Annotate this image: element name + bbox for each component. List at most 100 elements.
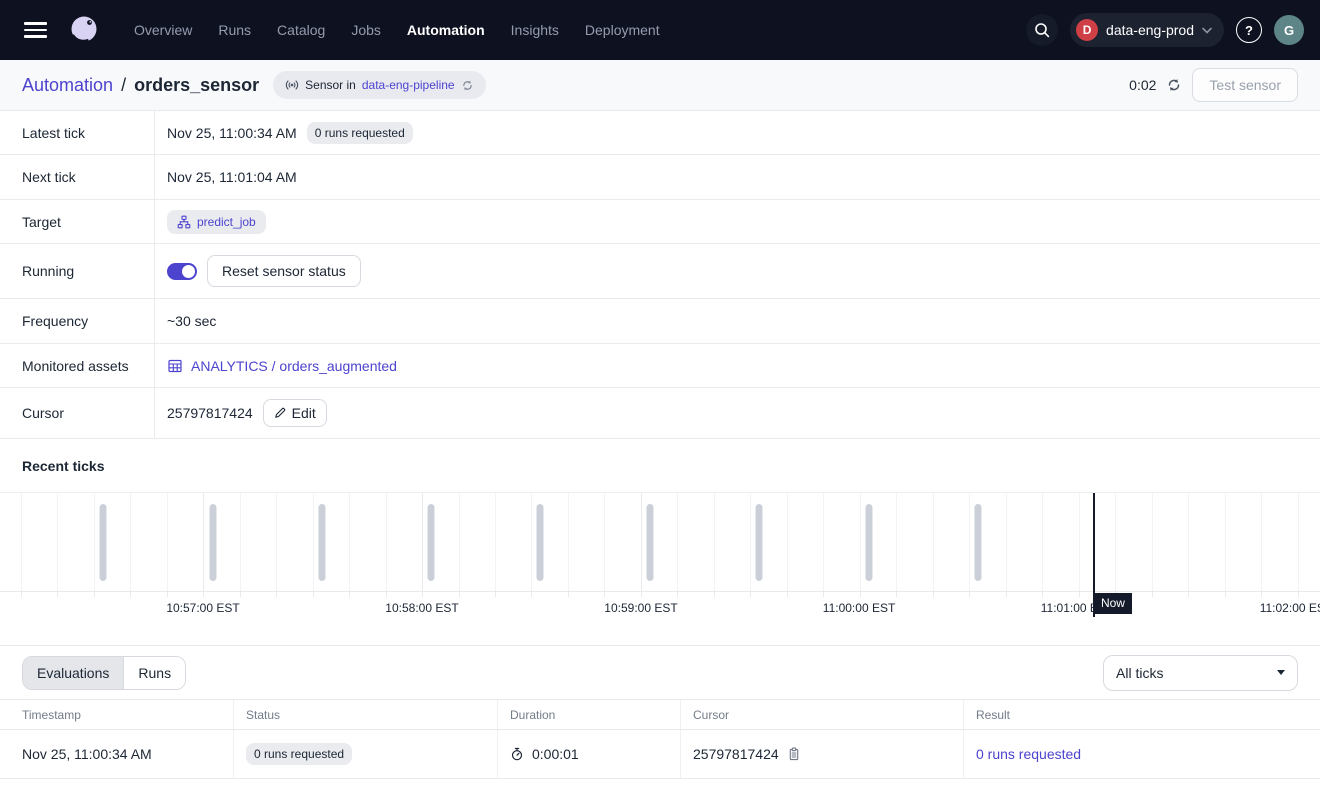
edit-cursor-button[interactable]: Edit — [263, 399, 327, 427]
reset-sensor-status-button[interactable]: Reset sensor status — [207, 255, 361, 287]
help-icon[interactable]: ? — [1236, 17, 1262, 43]
axis-time-label: 11:02:00 EST — [1260, 601, 1320, 615]
cursor-row: Cursor 25797817424 Edit — [0, 388, 1320, 439]
cursor-value: 25797817424 — [167, 405, 253, 421]
axis-tick-stub — [1006, 592, 1007, 597]
timeline-gridline — [750, 493, 751, 591]
tab-runs[interactable]: Runs — [123, 657, 185, 689]
axis-time-label: 10:59:00 EST — [604, 601, 677, 615]
timeline-gridline — [1115, 493, 1116, 591]
nav-item-automation[interactable]: Automation — [403, 16, 489, 44]
tick-bar[interactable] — [646, 504, 653, 581]
deployment-switcher[interactable]: D data-eng-prod — [1070, 13, 1224, 47]
axis-time-label: 10:57:00 EST — [166, 601, 239, 615]
asset-table-icon — [167, 358, 183, 374]
tick-bar[interactable] — [99, 504, 106, 581]
latest-tick-row: Latest tick Nov 25, 11:00:34 AM 0 runs r… — [0, 111, 1320, 155]
menu-icon[interactable] — [16, 10, 56, 50]
refresh-countdown: 0:02 — [1129, 77, 1156, 93]
axis-tick-stub — [349, 592, 350, 597]
breadcrumb-automation-link[interactable]: Automation — [22, 75, 113, 96]
running-toggle[interactable] — [167, 263, 197, 280]
sensor-type-badge: Sensor in data-eng-pipeline — [273, 71, 485, 99]
axis-tick-stub — [531, 592, 532, 597]
timeline-gridline — [94, 493, 95, 591]
timeline-gridline — [1298, 493, 1299, 591]
monitored-asset-name: ANALYTICS / orders_augmented — [191, 358, 397, 374]
now-marker-badge: Now — [1094, 593, 1132, 614]
eval-cursor-value: 25797817424 — [693, 746, 779, 762]
user-avatar[interactable]: G — [1274, 15, 1304, 45]
running-label: Running — [0, 244, 155, 298]
nav-item-runs[interactable]: Runs — [214, 16, 255, 44]
search-icon[interactable] — [1026, 14, 1058, 46]
monitored-asset-link[interactable]: ANALYTICS / orders_augmented — [167, 358, 397, 374]
timeline-gridline — [1006, 493, 1007, 591]
timeline-gridline — [641, 493, 642, 591]
timeline-gridline — [1188, 493, 1189, 591]
timeline-gridline — [714, 493, 715, 591]
timeline-gridline — [130, 493, 131, 591]
tick-timeline-lane — [0, 493, 1320, 591]
timeline-gridline — [1225, 493, 1226, 591]
axis-tick-stub — [969, 592, 970, 597]
axis-time-label: 11:00:00 EST — [823, 601, 896, 615]
pencil-icon — [274, 407, 286, 419]
timeline-gridline — [276, 493, 277, 591]
timeline-gridline — [1042, 493, 1043, 591]
frequency-row: Frequency ~30 sec — [0, 299, 1320, 344]
code-location-link[interactable]: data-eng-pipeline — [362, 78, 455, 92]
page-header: Automation / orders_sensor Sensor in dat… — [0, 60, 1320, 111]
tab-evaluations[interactable]: Evaluations — [23, 657, 123, 689]
axis-tick-stub — [823, 592, 824, 597]
tick-bar[interactable] — [427, 504, 434, 581]
automation-sensor-page: Overview Runs Catalog Jobs Automation Insight… — [0, 0, 1320, 786]
tick-filter-select[interactable]: All ticks — [1103, 655, 1298, 691]
table-body: Nov 25, 11:00:34 AM0 runs requested0:00:… — [0, 730, 1320, 779]
copy-clipboard-icon — [787, 747, 801, 761]
deployment-name: data-eng-prod — [1106, 22, 1194, 38]
axis-tick-stub — [459, 592, 460, 597]
axis-tick-stub — [21, 592, 22, 597]
axis-tick-stub — [1042, 592, 1043, 597]
frequency-value: ~30 sec — [167, 313, 216, 329]
timeline-gridline — [57, 493, 58, 591]
copy-cursor-button[interactable] — [787, 747, 801, 761]
axis-tick-stub — [750, 592, 751, 597]
page-title: orders_sensor — [134, 75, 259, 96]
nav-item-overview[interactable]: Overview — [130, 16, 196, 44]
tick-bar[interactable] — [318, 504, 325, 581]
tick-timeline[interactable]: 10:57:00 EST10:58:00 EST10:59:00 EST11:0… — [0, 492, 1320, 627]
nav-item-jobs[interactable]: Jobs — [347, 16, 385, 44]
eval-result-link[interactable]: 0 runs requested — [976, 746, 1081, 762]
col-header-timestamp: Timestamp — [0, 700, 233, 729]
next-tick-label: Next tick — [0, 155, 155, 199]
tick-bar[interactable] — [537, 504, 544, 581]
refresh-icon[interactable] — [1166, 77, 1182, 93]
reload-location-icon[interactable] — [461, 79, 474, 92]
axis-tick-stub — [677, 592, 678, 597]
dagster-logo-icon[interactable] — [64, 10, 104, 50]
caret-down-icon — [1277, 670, 1285, 675]
header-actions: 0:02 Test sensor — [1129, 68, 1298, 102]
timeline-gridline — [969, 493, 970, 591]
tick-bar[interactable] — [210, 504, 217, 581]
edit-cursor-label: Edit — [292, 405, 316, 421]
tick-bar[interactable] — [974, 504, 981, 581]
evaluations-table: TimestampStatusDurationCursorResult Nov … — [0, 699, 1320, 779]
nav-item-deployment[interactable]: Deployment — [581, 16, 664, 44]
latest-tick-value: Nov 25, 11:00:34 AM — [167, 125, 297, 141]
timeline-gridline — [568, 493, 569, 591]
nav-item-catalog[interactable]: Catalog — [273, 16, 329, 44]
timeline-gridline — [860, 493, 861, 591]
axis-tick-stub — [714, 592, 715, 597]
target-job-name: predict_job — [197, 215, 256, 229]
timeline-gridline — [1152, 493, 1153, 591]
timeline-gridline — [386, 493, 387, 591]
tick-bar[interactable] — [865, 504, 872, 581]
nav-item-insights[interactable]: Insights — [507, 16, 563, 44]
axis-tick-stub — [896, 592, 897, 597]
tick-bar[interactable] — [756, 504, 763, 581]
test-sensor-button[interactable]: Test sensor — [1192, 68, 1298, 102]
target-job-link[interactable]: predict_job — [167, 210, 266, 234]
